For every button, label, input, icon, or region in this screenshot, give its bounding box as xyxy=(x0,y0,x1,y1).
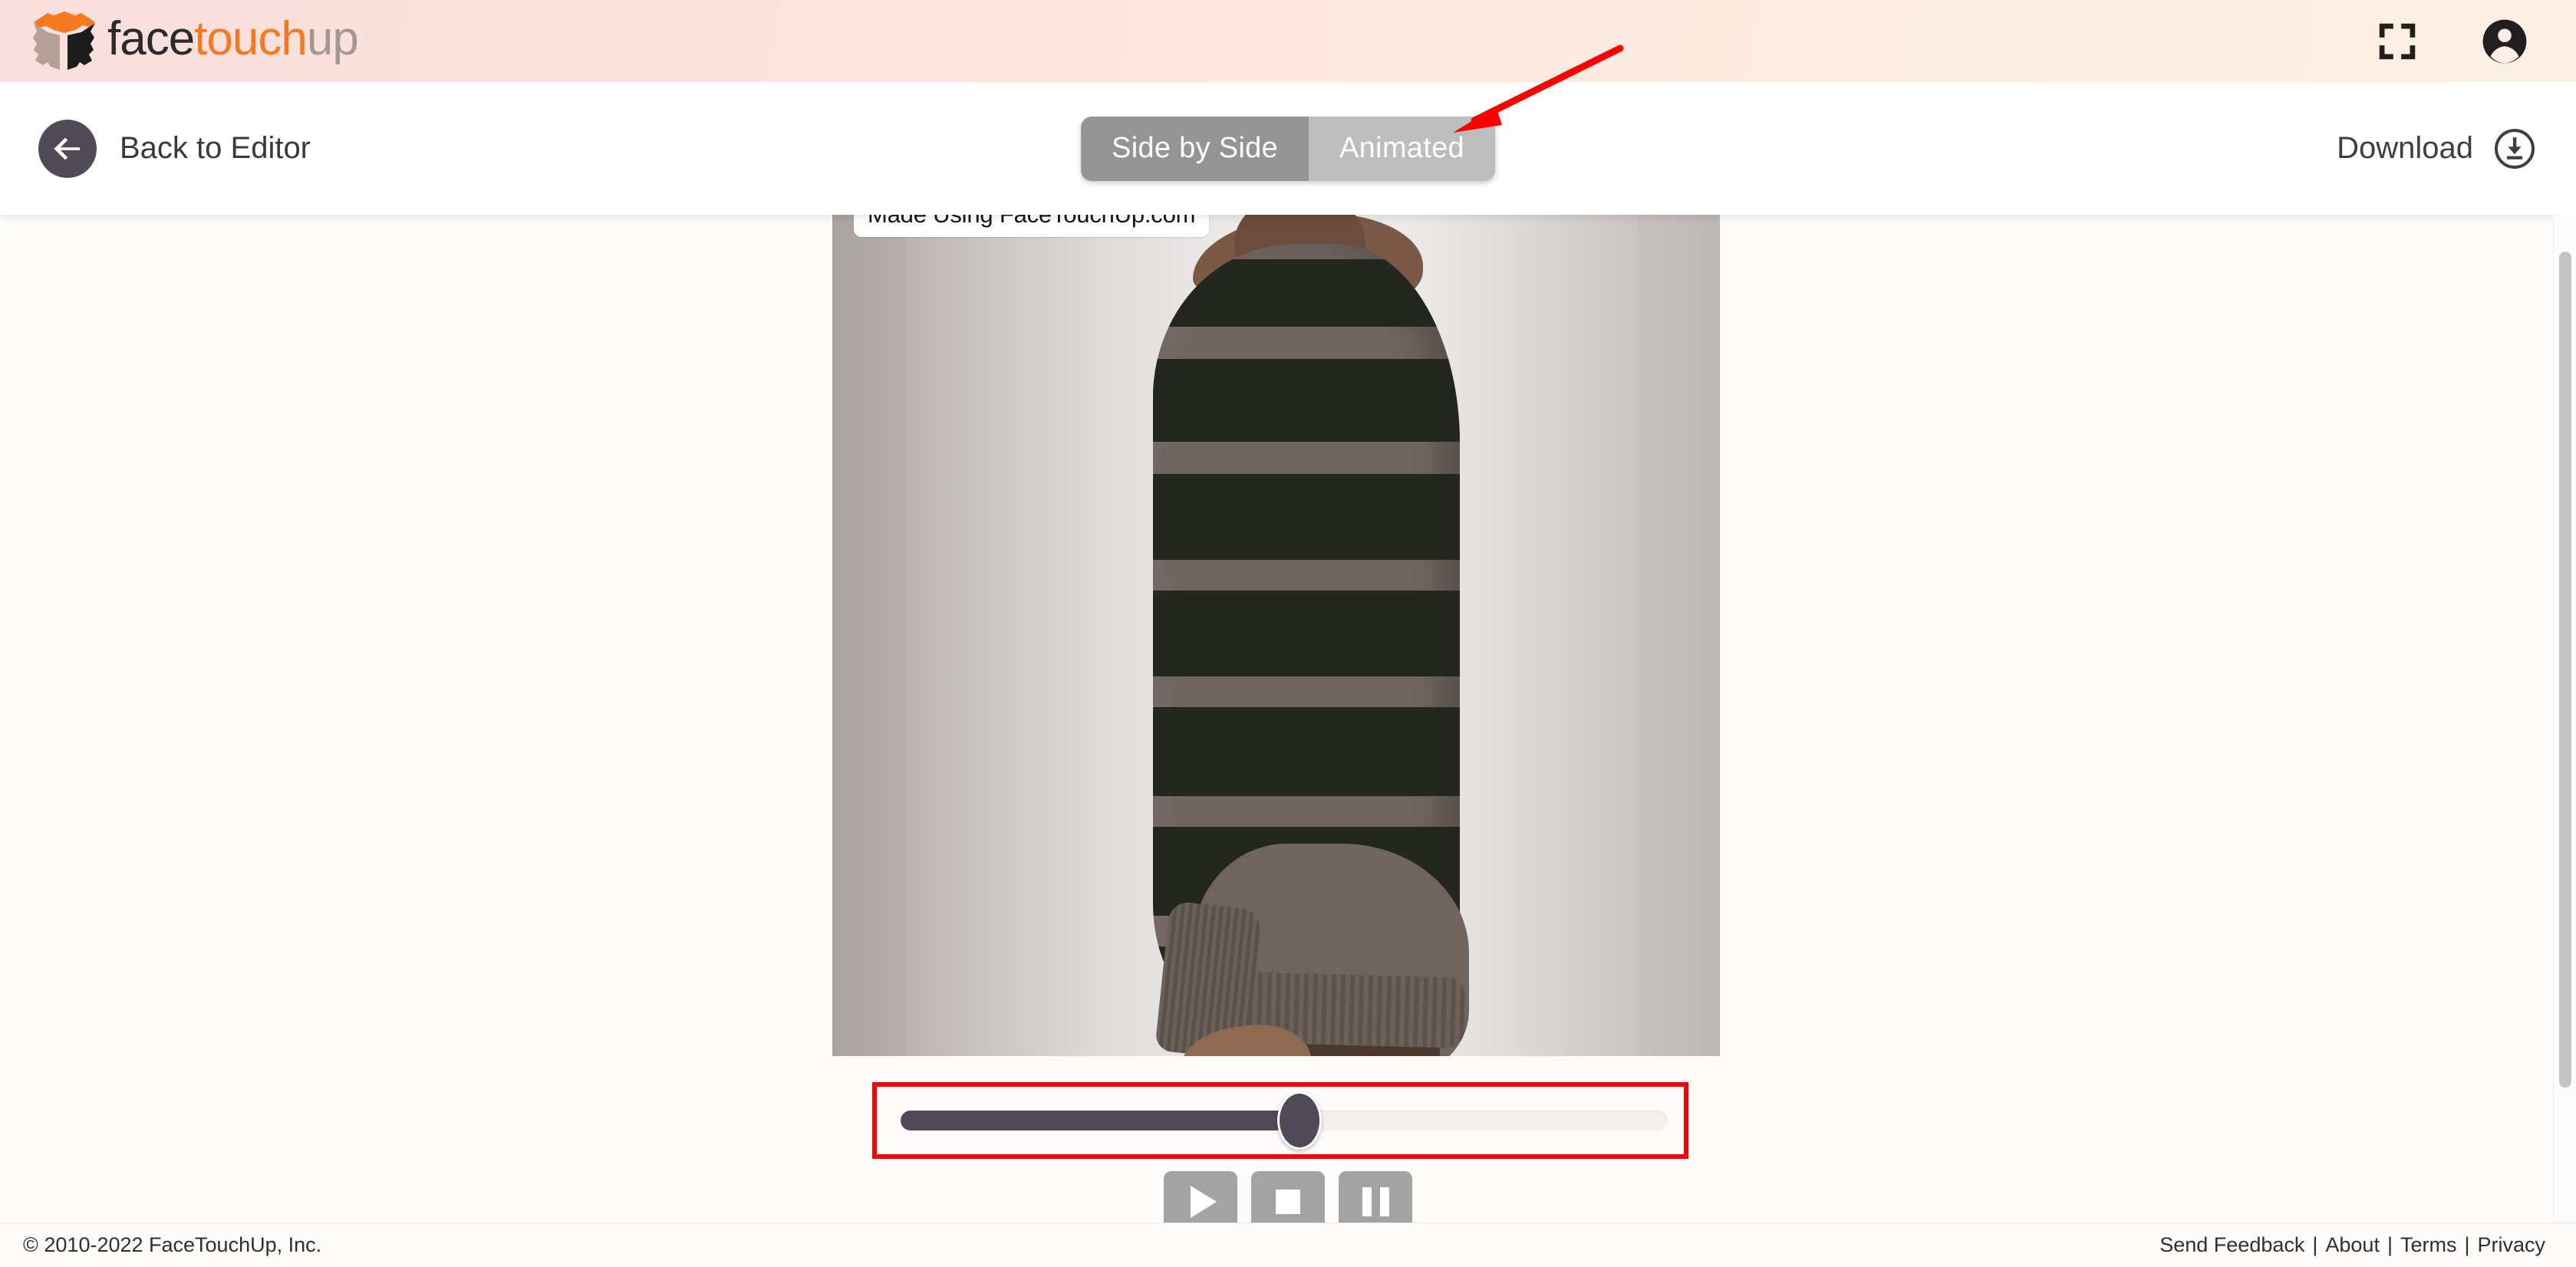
facetouchup-cube-logo-icon xyxy=(33,11,95,70)
account-avatar-icon[interactable] xyxy=(2481,18,2528,65)
header-actions xyxy=(2373,18,2528,65)
sweater-stripe xyxy=(1153,474,1460,560)
download-button[interactable]: Download xyxy=(2337,127,2536,170)
play-icon xyxy=(1190,1186,1217,1218)
playback-slider-highlight xyxy=(872,1082,1688,1159)
brand-word-face: face xyxy=(107,12,195,65)
footer-link-about[interactable]: About xyxy=(2325,1233,2380,1257)
photo-background-left-band xyxy=(832,199,906,1056)
sweater-stripe xyxy=(1153,591,1460,676)
photo-background-right-band xyxy=(1637,199,1720,1056)
view-mode-toggle: Side by Side Animated xyxy=(1081,116,1495,181)
pause-icon xyxy=(1362,1187,1389,1216)
footer-separator: | xyxy=(2312,1233,2318,1256)
sweater-stripe xyxy=(1153,359,1460,442)
brand-logo[interactable]: facetouchup xyxy=(28,0,359,82)
animated-preview-image[interactable]: Made Using FaceTouchUp.com xyxy=(832,199,1720,1056)
editor-toolbar: Back to Editor Side by Side Animated Dow… xyxy=(0,82,2576,215)
slider-filled-track xyxy=(901,1111,1300,1130)
footer-link-send-feedback[interactable]: Send Feedback xyxy=(2159,1233,2304,1257)
back-arrow-icon xyxy=(54,137,80,160)
app-root: facetouchup Back to Editor Side by Side … xyxy=(0,0,2576,1267)
footer-separator: | xyxy=(2464,1233,2470,1256)
tab-animated[interactable]: Animated xyxy=(1309,116,1495,181)
page-scrollbar[interactable] xyxy=(2553,215,2576,1223)
playback-slider[interactable] xyxy=(901,1091,1668,1150)
back-to-editor-label: Back to Editor xyxy=(120,131,311,165)
stop-icon xyxy=(1276,1190,1300,1214)
download-label: Download xyxy=(2337,131,2473,165)
slider-thumb[interactable] xyxy=(1277,1091,1322,1150)
back-to-editor-button[interactable]: Back to Editor xyxy=(38,119,311,178)
footer-links: Send Feedback | About | Terms | Privacy xyxy=(2159,1233,2545,1257)
download-circle-icon xyxy=(2494,128,2535,169)
footer-separator: | xyxy=(2387,1233,2393,1256)
brand-word-up: up xyxy=(306,12,359,65)
sweater-stripe xyxy=(1153,707,1460,796)
fullscreen-icon[interactable] xyxy=(2373,18,2421,65)
brand-word-touch: touch xyxy=(194,12,308,65)
scrollbar-thumb[interactable] xyxy=(2559,252,2571,1088)
footer-link-privacy[interactable]: Privacy xyxy=(2477,1233,2545,1257)
footer-link-terms[interactable]: Terms xyxy=(2400,1233,2457,1257)
brand-wordmark: facetouchup xyxy=(107,12,359,65)
photo-content: Made Using FaceTouchUp.com xyxy=(832,199,1720,1056)
site-header: facetouchup xyxy=(0,0,2576,82)
back-button-circle xyxy=(38,119,97,178)
sweater-stripe xyxy=(1153,259,1460,327)
copyright-text: © 2010-2022 FaceTouchUp, Inc. xyxy=(23,1233,322,1256)
site-footer: © 2010-2022 FaceTouchUp, Inc. Send Feedb… xyxy=(0,1223,2576,1267)
tab-side-by-side[interactable]: Side by Side xyxy=(1081,116,1309,181)
preview-stage: Made Using FaceTouchUp.com xyxy=(0,199,2576,1244)
